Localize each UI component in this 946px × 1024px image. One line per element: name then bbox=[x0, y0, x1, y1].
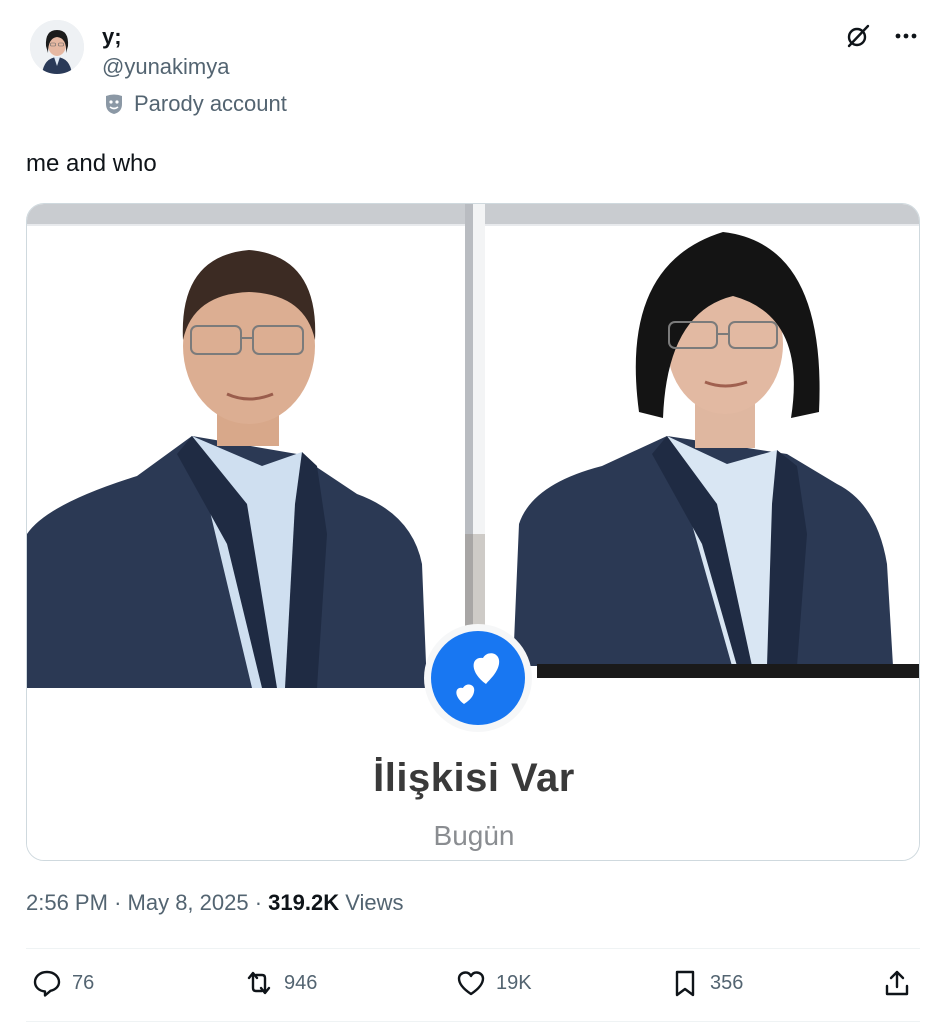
like-icon bbox=[457, 971, 485, 996]
hearts-icon bbox=[424, 624, 532, 732]
divider bbox=[26, 948, 920, 949]
meta-separator: · bbox=[254, 890, 263, 915]
repost-count: 946 bbox=[284, 972, 318, 994]
more-icon[interactable] bbox=[892, 22, 920, 50]
grok-icon[interactable] bbox=[844, 22, 872, 50]
like-button[interactable]: 19K bbox=[456, 968, 532, 998]
views-label: Views bbox=[345, 890, 404, 915]
avatar[interactable] bbox=[30, 20, 84, 74]
reply-button[interactable]: 76 bbox=[32, 968, 94, 998]
tweet-text: me and who bbox=[26, 150, 157, 177]
bookmark-icon bbox=[675, 970, 695, 997]
like-count: 19K bbox=[496, 972, 532, 994]
tweet-time[interactable]: 2:56 PM bbox=[26, 890, 108, 915]
share-button[interactable] bbox=[882, 968, 912, 998]
action-bar: 76 946 19K 356 bbox=[26, 962, 920, 1010]
tweet-date[interactable]: May 8, 2025 bbox=[128, 890, 249, 915]
parody-label: Parody account bbox=[104, 90, 287, 118]
repost-icon bbox=[247, 971, 271, 995]
relationship-status-date: Bugün bbox=[433, 820, 515, 851]
reply-icon bbox=[33, 970, 61, 997]
bookmark-count: 356 bbox=[710, 972, 744, 994]
reply-count: 76 bbox=[72, 972, 95, 994]
relationship-status-title: İlişkisi Var bbox=[373, 756, 575, 800]
top-actions bbox=[844, 22, 920, 50]
author-name[interactable]: y; bbox=[102, 24, 122, 50]
tweet-media[interactable]: İlişkisi Var Bugün bbox=[26, 203, 920, 861]
author-handle[interactable]: @yunakimya bbox=[102, 54, 230, 80]
bookmark-button[interactable]: 356 bbox=[670, 968, 743, 998]
divider bbox=[26, 1021, 920, 1022]
repost-button[interactable]: 946 bbox=[244, 968, 317, 998]
tweet-header: y; @yunakimya Parody account bbox=[26, 16, 920, 126]
views-count: 319.2K bbox=[268, 890, 340, 915]
tweet-meta: 2:56 PM · May 8, 2025 · 319.2K Views bbox=[26, 888, 404, 918]
parody-label-text: Parody account bbox=[134, 91, 287, 116]
share-icon bbox=[885, 970, 909, 996]
meta-separator: · bbox=[114, 890, 122, 915]
theater-mask-icon bbox=[106, 94, 122, 114]
